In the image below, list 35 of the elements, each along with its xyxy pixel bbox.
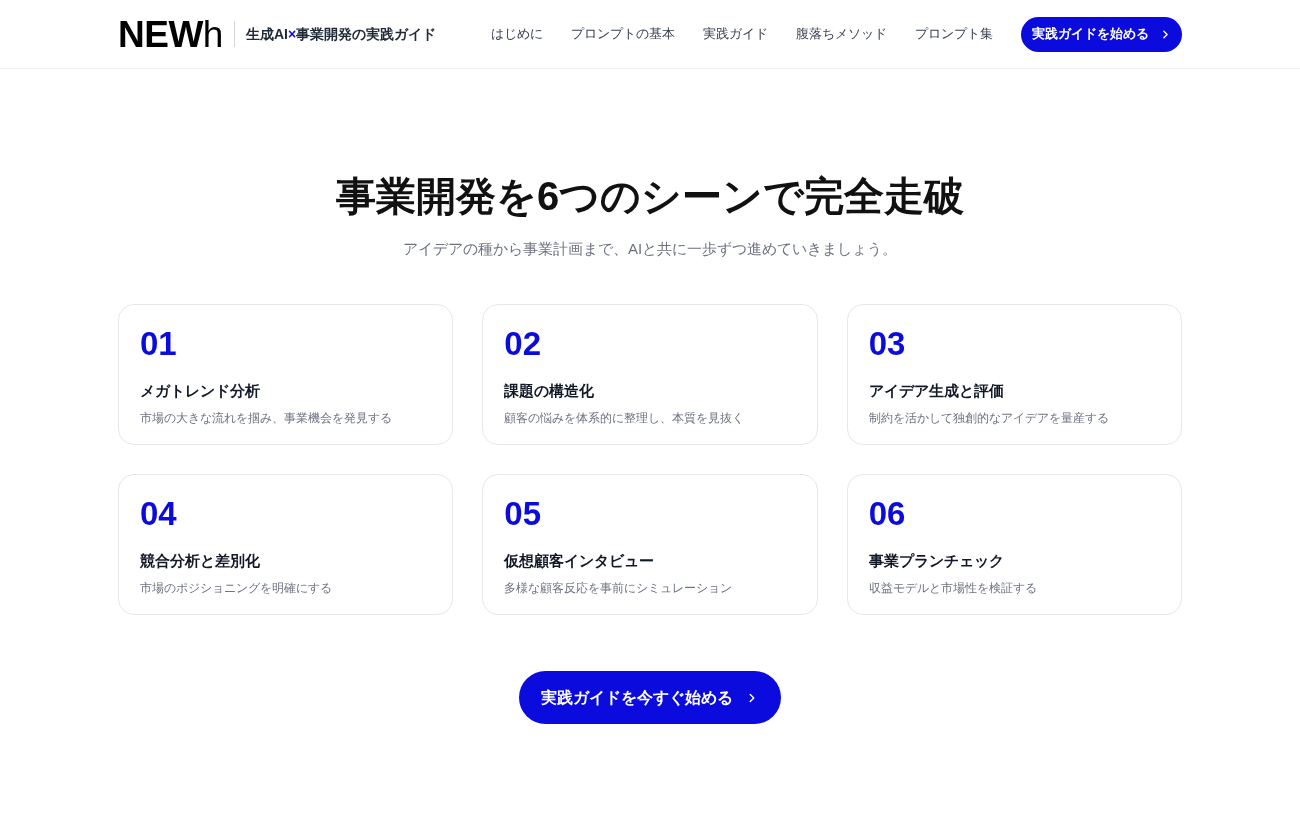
scene-number: 01 — [140, 325, 177, 363]
scene-description: 制約を活かして独創的なアイデアを量産する — [868, 410, 1109, 427]
scene-description: 収益モデルと市場性を検証する — [868, 580, 1037, 597]
nav-link[interactable]: プロンプトの基本 — [571, 24, 675, 44]
logo[interactable]: NEWh — [118, 15, 223, 53]
scene-number: 04 — [140, 495, 177, 533]
nav-link[interactable]: 実践ガイド — [703, 24, 768, 44]
scene-number: 02 — [504, 325, 542, 363]
scene-description: 多様な顧客反応を事前にシミュレーション — [504, 580, 733, 597]
scene-title: 仮想顧客インタビュー — [504, 551, 655, 571]
scene-title: 競合分析と差別化 — [140, 551, 260, 571]
scene-description: 市場の大きな流れを掴み、事業機会を発見する — [140, 410, 392, 427]
section-title: 事業開発を6つのシーンで完全走破 — [335, 173, 965, 220]
scene-title: 事業プランチェック — [868, 551, 1004, 571]
scene-card[interactable]: 01 メガトレンド分析 市場の大きな流れを掴み、事業機会を発見する — [118, 304, 454, 445]
start-now-button[interactable]: 実践ガイドを今すぐ始める — [519, 671, 781, 724]
scene-card[interactable]: 04 競合分析と差別化 市場のポジショニングを明確にする — [118, 474, 454, 615]
scene-number: 06 — [868, 495, 906, 533]
nav-link[interactable]: 腹落ちメソッド — [796, 24, 887, 44]
scene-title: メガトレンド分析 — [140, 381, 260, 401]
scene-card[interactable]: 05 仮想顧客インタビュー 多様な顧客反応を事前にシミュレーション — [482, 474, 818, 615]
scene-number: 05 — [504, 495, 542, 533]
scene-card[interactable]: 06 事業プランチェック 収益モデルと市場性を検証する — [846, 474, 1182, 615]
nav-link[interactable]: はじめに — [491, 24, 543, 44]
scene-title: 課題の構造化 — [504, 381, 595, 401]
scene-number: 03 — [868, 325, 906, 363]
section-subtitle: アイデアの種から事業計画まで、AIと共に一歩ずつ進めていきましょう。 — [402, 239, 898, 259]
scene-card[interactable]: 02 課題の構造化 顧客の悩みを体系的に整理し、本質を見抜く — [482, 304, 818, 445]
scene-title: アイデア生成と評価 — [868, 381, 1004, 401]
scene-description: 市場のポジショニングを明確にする — [140, 580, 332, 597]
scene-card[interactable]: 03 アイデア生成と評価 制約を活かして独創的なアイデアを量産する — [846, 304, 1182, 445]
nav-link[interactable]: プロンプト集 — [915, 24, 993, 44]
scene-description: 顧客の悩みを体系的に整理し、本質を見抜く — [504, 410, 745, 427]
start-guide-button[interactable]: 実践ガイドを始める — [1021, 16, 1182, 52]
site-title: 生成AI×事業開発の実践ガイド — [245, 24, 437, 44]
